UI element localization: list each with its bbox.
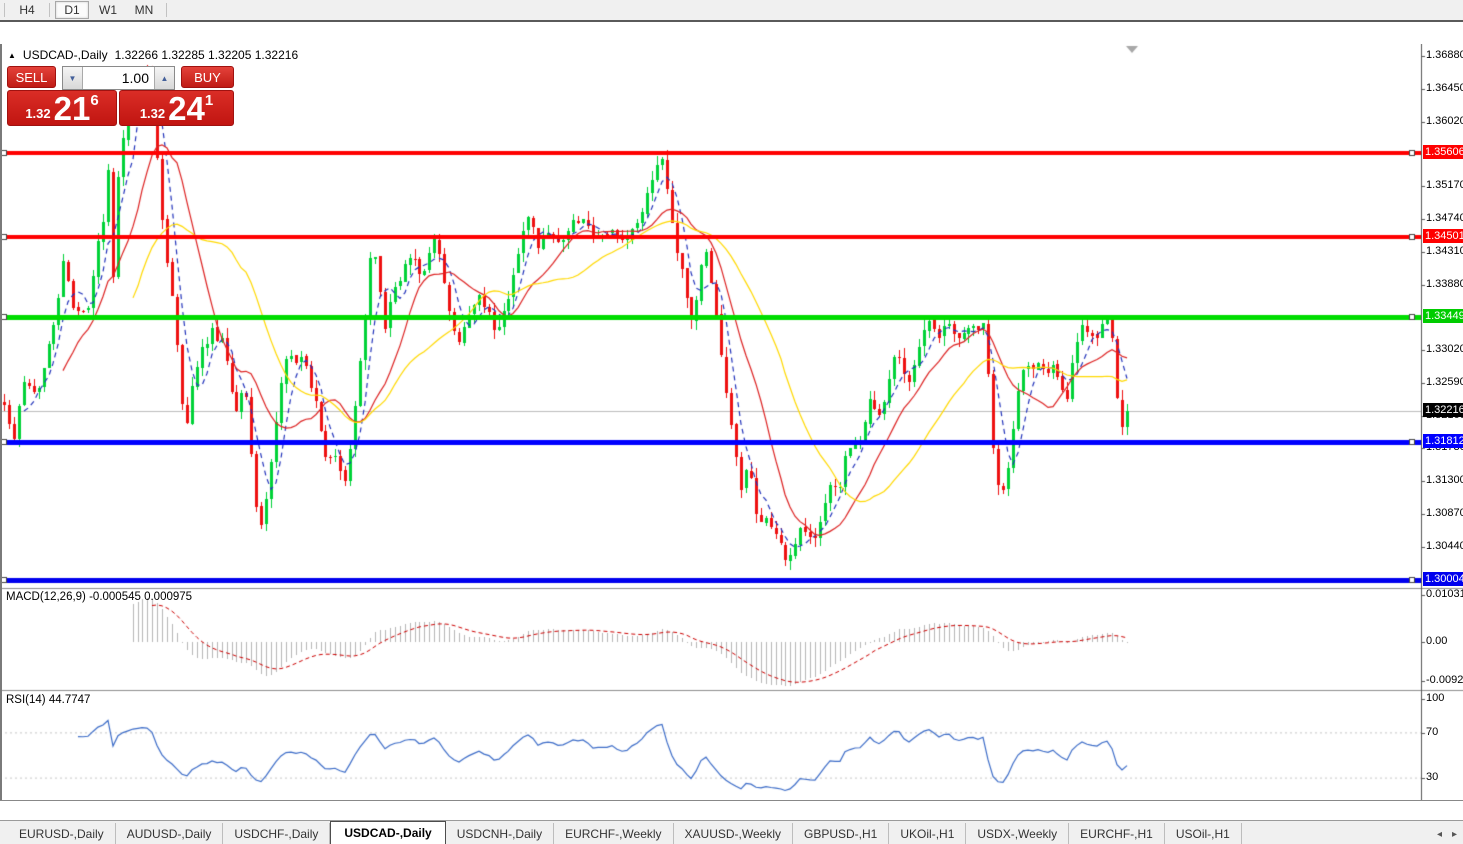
sell-price-big: 21: [53, 90, 91, 127]
rsi-tick-label: 100: [1426, 692, 1445, 704]
volume-decrease-button[interactable]: ▼: [63, 67, 83, 89]
chart-ohlc-values: 1.32266 1.32285 1.32205 1.32216: [114, 48, 299, 62]
buy-price-big: 24: [168, 90, 205, 127]
date-axis-strip: [0, 800, 1463, 821]
rsi-tick-label: 70: [1426, 725, 1439, 738]
buy-price-pip: 1: [204, 92, 214, 109]
level-price-label: 1.33449: [1423, 309, 1463, 324]
price-tick-label: 1.30440: [1426, 539, 1463, 552]
macd-tick-label: 0.010311: [1426, 588, 1463, 600]
chart-tab-bar: EURUSD-,Daily AUDUSD-,Daily USDCHF-,Daily U…: [0, 820, 1463, 844]
rsi-indicator-label: RSI(14) 44.7747: [6, 694, 91, 706]
volume-input[interactable]: [83, 67, 154, 89]
chart-tab-ukoil[interactable]: UKOil-,H1: [889, 823, 967, 844]
volume-increase-button[interactable]: ▲: [154, 67, 174, 89]
level-price-label: 1.30004: [1423, 571, 1463, 586]
timeframe-button-w1[interactable]: W1: [91, 1, 125, 19]
buy-price-small: 1.32: [139, 106, 166, 121]
timeframe-toolbar: H4 D1 W1 MN: [0, 0, 1463, 22]
chart-tab-gbpusd[interactable]: GBPUSD-,H1: [793, 823, 890, 844]
current-price-label: 1.32216: [1423, 403, 1463, 418]
volume-stepper: ▼ ▲: [62, 66, 175, 90]
tab-scroll-arrows: ◂ ▸: [1437, 829, 1457, 844]
timeframe-button-d1[interactable]: D1: [55, 1, 89, 19]
buy-button[interactable]: BUY: [181, 66, 234, 88]
price-tick-label: 1.36020: [1426, 114, 1463, 127]
sell-price-display[interactable]: 1.32 21 6: [7, 90, 118, 127]
sell-button[interactable]: SELL: [7, 66, 56, 88]
chart-tab-eurusd[interactable]: EURUSD-,Daily: [8, 823, 116, 844]
sell-price-small: 1.32: [25, 106, 51, 121]
level-price-label: 1.35606: [1423, 145, 1463, 160]
level-price-label: 1.34501: [1423, 229, 1463, 244]
price-chart-canvas[interactable]: [0, 44, 1463, 822]
chart-tab-usdchf[interactable]: USDCHF-,Daily: [223, 823, 331, 844]
price-tick-label: 1.30870: [1426, 507, 1463, 519]
sell-price-pip: 6: [90, 92, 99, 109]
price-tick-label: 1.35170: [1426, 179, 1463, 192]
chart-tab-usdcnh[interactable]: USDCNH-,Daily: [446, 823, 555, 844]
macd-indicator-label: MACD(12,26,9) -0.000545 0.000975: [6, 591, 193, 603]
price-tick-label: 1.36880: [1426, 48, 1463, 61]
macd-tick-label: 0.00: [1426, 635, 1448, 647]
rsi-tick-label: 30: [1426, 771, 1439, 784]
chart-tab-usdx[interactable]: USDX-,Weekly: [966, 823, 1070, 844]
price-tick-label: 1.33020: [1426, 343, 1463, 356]
chart-symbol-label: USDCAD-,Daily: [22, 48, 108, 62]
chart-tab-usdcad[interactable]: USDCAD-,Daily: [330, 821, 446, 844]
chart-tab-audusd[interactable]: AUDUSD-,Daily: [116, 823, 224, 844]
collapse-triangle-icon[interactable]: ▲: [8, 51, 16, 60]
macd-tick-label: -0.009203: [1426, 674, 1463, 686]
chart-tab-xauusd[interactable]: XAUUSD-,Weekly: [674, 823, 793, 844]
chart-tab-usoil[interactable]: USOil-,H1: [1165, 823, 1242, 844]
chart-tab-eurchf[interactable]: EURCHF-,H1: [1069, 823, 1165, 844]
mt4-application-window: H4 D1 W1 MN ▲ USDCAD-,Daily 1.32266 1.32285…: [0, 0, 1463, 844]
buy-price-display[interactable]: 1.32 24 1: [119, 90, 234, 126]
price-tick-label: 1.33880: [1426, 277, 1463, 290]
timeframe-button-mn[interactable]: MN: [127, 1, 161, 19]
chart-subwindow: ▲ USDCAD-,Daily 1.32266 1.32285 1.32205 …: [0, 22, 1463, 837]
price-tick-label: 1.31300: [1426, 474, 1463, 487]
price-tick-label: 1.32590: [1426, 375, 1463, 388]
chart-tab-eurchf[interactable]: EURCHF-,Weekly: [554, 823, 674, 844]
price-tick-label: 1.34310: [1426, 244, 1463, 257]
price-tick-label: 1.34740: [1426, 212, 1463, 225]
chart-title: ▲ USDCAD-,Daily 1.32266 1.32285 1.32205 …: [8, 48, 298, 62]
level-price-label: 1.31812: [1423, 434, 1463, 449]
price-tick-label: 1.36450: [1426, 81, 1463, 94]
window-left-border: [0, 44, 2, 822]
tab-scroll-left-icon[interactable]: ◂: [1437, 829, 1442, 840]
timeframe-button-h4[interactable]: H4: [10, 1, 44, 19]
tab-scroll-right-icon[interactable]: ▸: [1452, 829, 1457, 840]
one-click-trading-panel: SELL ▼ ▲ BUY 1.32 21 6 1.32 24 1: [7, 66, 234, 126]
